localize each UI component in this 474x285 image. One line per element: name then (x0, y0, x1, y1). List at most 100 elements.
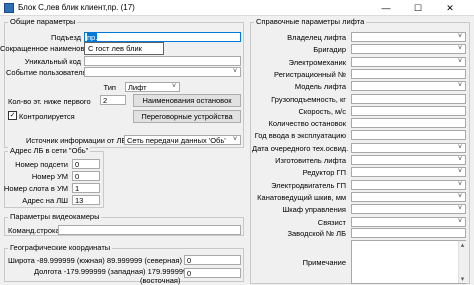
latitude-input[interactable]: 0 (184, 255, 241, 265)
latitude-value: 0 (187, 256, 192, 265)
ref-field-9-label: Дата очередного тех.освид. (252, 144, 349, 153)
chevron-down-icon: ˅ (457, 181, 463, 188)
negotiation-devices-button[interactable]: Переговорные устройства (133, 110, 241, 123)
maximize-button[interactable]: ☐ (406, 0, 430, 16)
entrance-input[interactable]: пр. (84, 32, 241, 42)
ref-field-3-label: Регистрационный № (274, 70, 346, 79)
controlled-checkbox[interactable]: ✓ (8, 111, 17, 120)
title-bar: Блок С,лев блик клиент,пр. (17) — ☐ ✕ (0, 0, 474, 16)
ref-field-0-label: Владелец лифта (287, 33, 346, 42)
user-event-select[interactable]: ˅ (84, 67, 241, 77)
ref-field-10-label: Изготовитель лифта (275, 156, 346, 165)
chevron-down-icon: ˅ (232, 68, 238, 75)
lb-address-title: Адрес ЛБ в сети "Обь" (8, 146, 91, 155)
chevron-down-icon: ˅ (457, 33, 463, 40)
ref-field-7-input[interactable] (351, 118, 466, 128)
chevron-down-icon: ˅ (457, 82, 463, 89)
stops-below-value: 2 (103, 96, 108, 105)
ref-field-12-select[interactable]: ˅ (351, 180, 466, 190)
um-value: 0 (75, 172, 80, 181)
ref-field-9-select[interactable]: ˅ (351, 143, 466, 153)
chevron-down-icon: ˅ (457, 45, 463, 52)
longitude-input[interactable]: 0 (184, 268, 241, 278)
ref-field-14-label: Шкаф управления (282, 205, 346, 214)
unique-code-label: Уникальный код (24, 57, 81, 66)
chevron-down-icon: ˅ (457, 144, 463, 151)
command-line-input[interactable] (58, 225, 241, 235)
chevron-down-icon: ˅ (232, 136, 238, 143)
um-slot-value: 1 (75, 184, 80, 193)
controlled-label: Контролируется (19, 112, 75, 121)
chevron-down-icon: ˅ (457, 218, 463, 225)
window-title: Блок С,лев блик клиент,пр. (17) (18, 3, 135, 12)
ref-field-6-input[interactable] (351, 106, 466, 116)
lsh-input[interactable]: 13 (72, 195, 100, 205)
ref-field-1-label: Бригадир (313, 45, 346, 54)
chevron-down-icon: ˅ (457, 205, 463, 212)
ref-field-15-select[interactable]: ˅ (351, 217, 466, 227)
app-icon (4, 3, 14, 13)
stops-below-input[interactable]: 2 (100, 95, 126, 105)
chevron-down-icon: ˅ (457, 168, 463, 175)
longitude-label: Долгота -179.999999 (западная) 179.99999… (34, 267, 188, 276)
ref-field-5-label: Грузоподъемность, кг (271, 95, 346, 104)
subnet-value: 0 (75, 160, 80, 169)
chevron-down-icon: ˅ (171, 83, 177, 90)
ref-field-8-input[interactable] (351, 130, 466, 140)
lsh-label: Адрес на ЛШ (22, 196, 68, 205)
ref-field-4-label: Модель лифта (294, 82, 346, 91)
ref-field-7-label: Количество остановок (268, 119, 346, 128)
ref-field-1-select[interactable]: ˅ (351, 44, 466, 54)
ref-field-4-select[interactable]: ˅ (351, 81, 466, 91)
ref-field-2-select[interactable]: ˅ (351, 57, 466, 67)
scroll-up-icon[interactable]: ▴ (459, 241, 466, 249)
ref-field-14-select[interactable]: ˅ (351, 204, 466, 214)
factory-number-label: Заводской № ЛБ (287, 229, 346, 238)
minimize-button[interactable]: — (374, 0, 398, 16)
stops-below-label: Кол-во эт. ниже первого (8, 97, 91, 106)
unique-code-input[interactable] (84, 56, 241, 66)
stop-names-button[interactable]: Наименования остановок (133, 94, 241, 107)
source-select[interactable]: Сеть передачи данных 'Обь' ˅ (124, 135, 241, 145)
lsh-value: 13 (75, 196, 84, 205)
ref-field-3-input[interactable] (351, 69, 466, 79)
ref-field-13-select[interactable]: ˅ (351, 192, 466, 202)
general-group-title: Общие параметры (8, 17, 78, 26)
ref-field-13-label: Канатоведущий шкив, мм (257, 193, 346, 202)
ref-field-2-label: Электромеханик (288, 58, 346, 67)
chevron-down-icon: ˅ (457, 156, 463, 163)
type-value: Лифт (128, 83, 147, 92)
user-event-label: Событие пользователя (6, 68, 87, 77)
subnet-input[interactable]: 0 (72, 159, 100, 169)
entrance-option[interactable]: С гост лев блик (85, 43, 163, 54)
factory-number-input[interactable] (351, 228, 466, 238)
ref-field-8-label: Год ввода в эксплуатацию (254, 131, 346, 140)
entrance-label: Подъезд (51, 33, 81, 42)
ref-field-0-select[interactable]: ˅ (351, 32, 466, 42)
ref-field-15-label: Связист (317, 218, 346, 227)
ref-field-12-label: Электродвигатель ГП (271, 181, 346, 190)
subnet-label: Номер подсети (15, 160, 68, 169)
note-label: Примечание (302, 258, 346, 267)
scroll-down-icon[interactable]: ▾ (459, 275, 466, 283)
um-slot-input[interactable]: 1 (72, 183, 100, 193)
short-name-label: Сокращенное наименован. (0, 44, 95, 53)
close-button[interactable]: ✕ (438, 0, 462, 16)
um-input[interactable]: 0 (72, 171, 100, 181)
ref-field-11-select[interactable]: ˅ (351, 167, 466, 177)
chevron-down-icon: ˅ (457, 58, 463, 65)
source-label: Источник информации от ЛБ (26, 136, 127, 145)
geo-group-title: Географические координаты (8, 243, 113, 252)
um-label: Номер УМ (31, 172, 68, 181)
ref-field-5-input[interactable] (351, 94, 466, 104)
ref-field-11-label: Редуктор ГП (302, 168, 346, 177)
entrance-dropdown-list: С гост лев блик (84, 42, 164, 55)
video-group-title: Параметры видеокамеры (8, 212, 102, 221)
type-label: Тип (103, 83, 116, 92)
type-select[interactable]: Лифт ˅ (125, 82, 180, 92)
ref-field-10-select[interactable]: ˅ (351, 155, 466, 165)
reference-group-title: Справочные параметры лифта (254, 17, 367, 26)
ref-field-6-label: Скорость, м/с (298, 107, 346, 116)
note-textarea[interactable] (351, 240, 466, 284)
note-scrollbar[interactable]: ▴ ▾ (458, 241, 466, 283)
